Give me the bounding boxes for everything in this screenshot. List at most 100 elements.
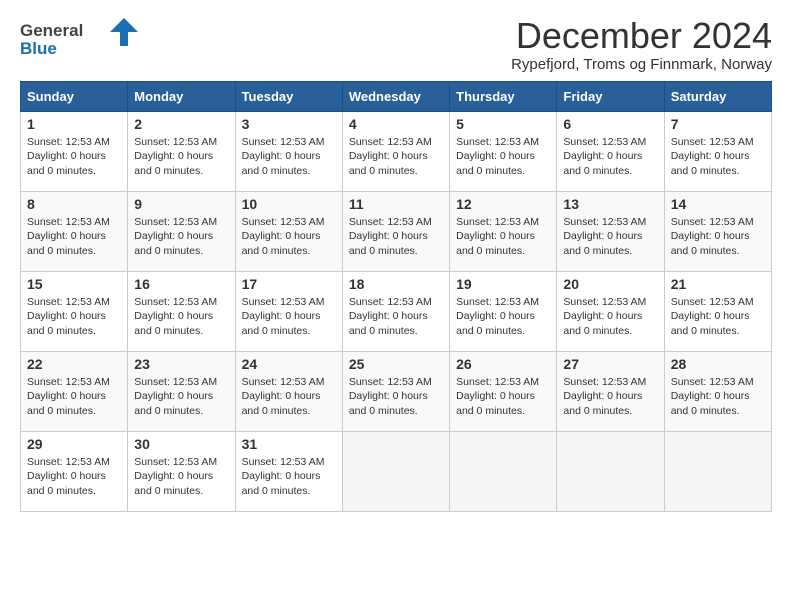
day-info: Sunset: 12:53 AMDaylight: 0 hoursand 0 m…	[671, 135, 765, 179]
calendar-week-1: 1 Sunset: 12:53 AMDaylight: 0 hoursand 0…	[21, 111, 772, 191]
calendar-cell: 11 Sunset: 12:53 AMDaylight: 0 hoursand …	[342, 191, 449, 271]
calendar-cell: 18 Sunset: 12:53 AMDaylight: 0 hoursand …	[342, 271, 449, 351]
calendar-cell	[557, 431, 664, 511]
title-block: December 2024 Rypefjord, Troms og Finnma…	[511, 16, 772, 73]
calendar-cell: 30 Sunset: 12:53 AMDaylight: 0 hoursand …	[128, 431, 235, 511]
day-number: 17	[242, 276, 336, 292]
calendar-week-4: 22 Sunset: 12:53 AMDaylight: 0 hoursand …	[21, 351, 772, 431]
day-number: 16	[134, 276, 228, 292]
calendar-cell: 21 Sunset: 12:53 AMDaylight: 0 hoursand …	[664, 271, 771, 351]
day-info: Sunset: 12:53 AMDaylight: 0 hoursand 0 m…	[27, 375, 121, 419]
calendar-cell: 9 Sunset: 12:53 AMDaylight: 0 hoursand 0…	[128, 191, 235, 271]
day-info: Sunset: 12:53 AMDaylight: 0 hoursand 0 m…	[242, 135, 336, 179]
day-info: Sunset: 12:53 AMDaylight: 0 hoursand 0 m…	[349, 375, 443, 419]
day-info: Sunset: 12:53 AMDaylight: 0 hoursand 0 m…	[563, 215, 657, 259]
calendar-cell: 3 Sunset: 12:53 AMDaylight: 0 hoursand 0…	[235, 111, 342, 191]
day-info: Sunset: 12:53 AMDaylight: 0 hoursand 0 m…	[134, 295, 228, 339]
day-info: Sunset: 12:53 AMDaylight: 0 hoursand 0 m…	[456, 375, 550, 419]
day-number: 29	[27, 436, 121, 452]
day-info: Sunset: 12:53 AMDaylight: 0 hoursand 0 m…	[242, 295, 336, 339]
day-number: 12	[456, 196, 550, 212]
calendar-cell: 13 Sunset: 12:53 AMDaylight: 0 hoursand …	[557, 191, 664, 271]
col-thursday: Thursday	[450, 81, 557, 111]
day-number: 4	[349, 116, 443, 132]
calendar-cell: 19 Sunset: 12:53 AMDaylight: 0 hoursand …	[450, 271, 557, 351]
calendar-cell: 22 Sunset: 12:53 AMDaylight: 0 hoursand …	[21, 351, 128, 431]
col-friday: Friday	[557, 81, 664, 111]
calendar-cell: 1 Sunset: 12:53 AMDaylight: 0 hoursand 0…	[21, 111, 128, 191]
calendar-cell: 2 Sunset: 12:53 AMDaylight: 0 hoursand 0…	[128, 111, 235, 191]
location-title: Rypefjord, Troms og Finnmark, Norway	[511, 56, 772, 73]
day-number: 28	[671, 356, 765, 372]
calendar-table: Sunday Monday Tuesday Wednesday Thursday…	[20, 81, 772, 512]
day-number: 21	[671, 276, 765, 292]
day-number: 18	[349, 276, 443, 292]
calendar-cell: 20 Sunset: 12:53 AMDaylight: 0 hoursand …	[557, 271, 664, 351]
day-number: 10	[242, 196, 336, 212]
calendar-cell	[664, 431, 771, 511]
calendar-cell: 8 Sunset: 12:53 AMDaylight: 0 hoursand 0…	[21, 191, 128, 271]
day-number: 9	[134, 196, 228, 212]
day-info: Sunset: 12:53 AMDaylight: 0 hoursand 0 m…	[242, 375, 336, 419]
svg-text:Blue: Blue	[20, 39, 57, 58]
day-number: 24	[242, 356, 336, 372]
day-number: 2	[134, 116, 228, 132]
weekday-header-row: Sunday Monday Tuesday Wednesday Thursday…	[21, 81, 772, 111]
day-info: Sunset: 12:53 AMDaylight: 0 hoursand 0 m…	[27, 135, 121, 179]
calendar-cell	[450, 431, 557, 511]
day-number: 23	[134, 356, 228, 372]
calendar-cell: 10 Sunset: 12:53 AMDaylight: 0 hoursand …	[235, 191, 342, 271]
day-info: Sunset: 12:53 AMDaylight: 0 hoursand 0 m…	[671, 215, 765, 259]
calendar-cell: 16 Sunset: 12:53 AMDaylight: 0 hoursand …	[128, 271, 235, 351]
day-info: Sunset: 12:53 AMDaylight: 0 hoursand 0 m…	[671, 375, 765, 419]
day-info: Sunset: 12:53 AMDaylight: 0 hoursand 0 m…	[134, 215, 228, 259]
day-number: 26	[456, 356, 550, 372]
day-info: Sunset: 12:53 AMDaylight: 0 hoursand 0 m…	[456, 135, 550, 179]
day-info: Sunset: 12:53 AMDaylight: 0 hoursand 0 m…	[242, 215, 336, 259]
calendar-week-5: 29 Sunset: 12:53 AMDaylight: 0 hoursand …	[21, 431, 772, 511]
day-info: Sunset: 12:53 AMDaylight: 0 hoursand 0 m…	[134, 375, 228, 419]
day-info: Sunset: 12:53 AMDaylight: 0 hoursand 0 m…	[563, 135, 657, 179]
day-info: Sunset: 12:53 AMDaylight: 0 hoursand 0 m…	[456, 295, 550, 339]
col-saturday: Saturday	[664, 81, 771, 111]
calendar-header: Sunday Monday Tuesday Wednesday Thursday…	[21, 81, 772, 111]
calendar-cell: 26 Sunset: 12:53 AMDaylight: 0 hoursand …	[450, 351, 557, 431]
logo: General Blue	[20, 16, 140, 69]
col-wednesday: Wednesday	[342, 81, 449, 111]
calendar-cell: 25 Sunset: 12:53 AMDaylight: 0 hoursand …	[342, 351, 449, 431]
day-number: 22	[27, 356, 121, 372]
day-info: Sunset: 12:53 AMDaylight: 0 hoursand 0 m…	[27, 295, 121, 339]
calendar-cell: 14 Sunset: 12:53 AMDaylight: 0 hoursand …	[664, 191, 771, 271]
calendar-week-3: 15 Sunset: 12:53 AMDaylight: 0 hoursand …	[21, 271, 772, 351]
day-info: Sunset: 12:53 AMDaylight: 0 hoursand 0 m…	[671, 295, 765, 339]
day-number: 27	[563, 356, 657, 372]
calendar-cell: 23 Sunset: 12:53 AMDaylight: 0 hoursand …	[128, 351, 235, 431]
day-info: Sunset: 12:53 AMDaylight: 0 hoursand 0 m…	[242, 455, 336, 499]
day-number: 13	[563, 196, 657, 212]
calendar-cell: 31 Sunset: 12:53 AMDaylight: 0 hoursand …	[235, 431, 342, 511]
month-title: December 2024	[511, 16, 772, 56]
calendar-cell	[342, 431, 449, 511]
svg-text:General: General	[20, 21, 83, 40]
day-info: Sunset: 12:53 AMDaylight: 0 hoursand 0 m…	[456, 215, 550, 259]
col-monday: Monday	[128, 81, 235, 111]
col-tuesday: Tuesday	[235, 81, 342, 111]
day-number: 15	[27, 276, 121, 292]
day-info: Sunset: 12:53 AMDaylight: 0 hoursand 0 m…	[349, 135, 443, 179]
header-area: General Blue December 2024 Rypefjord, Tr…	[20, 16, 772, 73]
day-info: Sunset: 12:53 AMDaylight: 0 hoursand 0 m…	[563, 295, 657, 339]
day-number: 25	[349, 356, 443, 372]
calendar-week-2: 8 Sunset: 12:53 AMDaylight: 0 hoursand 0…	[21, 191, 772, 271]
day-info: Sunset: 12:53 AMDaylight: 0 hoursand 0 m…	[27, 455, 121, 499]
calendar-cell: 7 Sunset: 12:53 AMDaylight: 0 hoursand 0…	[664, 111, 771, 191]
day-info: Sunset: 12:53 AMDaylight: 0 hoursand 0 m…	[134, 135, 228, 179]
day-number: 3	[242, 116, 336, 132]
day-number: 19	[456, 276, 550, 292]
day-info: Sunset: 12:53 AMDaylight: 0 hoursand 0 m…	[349, 215, 443, 259]
day-info: Sunset: 12:53 AMDaylight: 0 hoursand 0 m…	[563, 375, 657, 419]
calendar-cell: 29 Sunset: 12:53 AMDaylight: 0 hoursand …	[21, 431, 128, 511]
day-number: 5	[456, 116, 550, 132]
calendar-cell: 5 Sunset: 12:53 AMDaylight: 0 hoursand 0…	[450, 111, 557, 191]
calendar-body: 1 Sunset: 12:53 AMDaylight: 0 hoursand 0…	[21, 111, 772, 511]
calendar-cell: 27 Sunset: 12:53 AMDaylight: 0 hoursand …	[557, 351, 664, 431]
